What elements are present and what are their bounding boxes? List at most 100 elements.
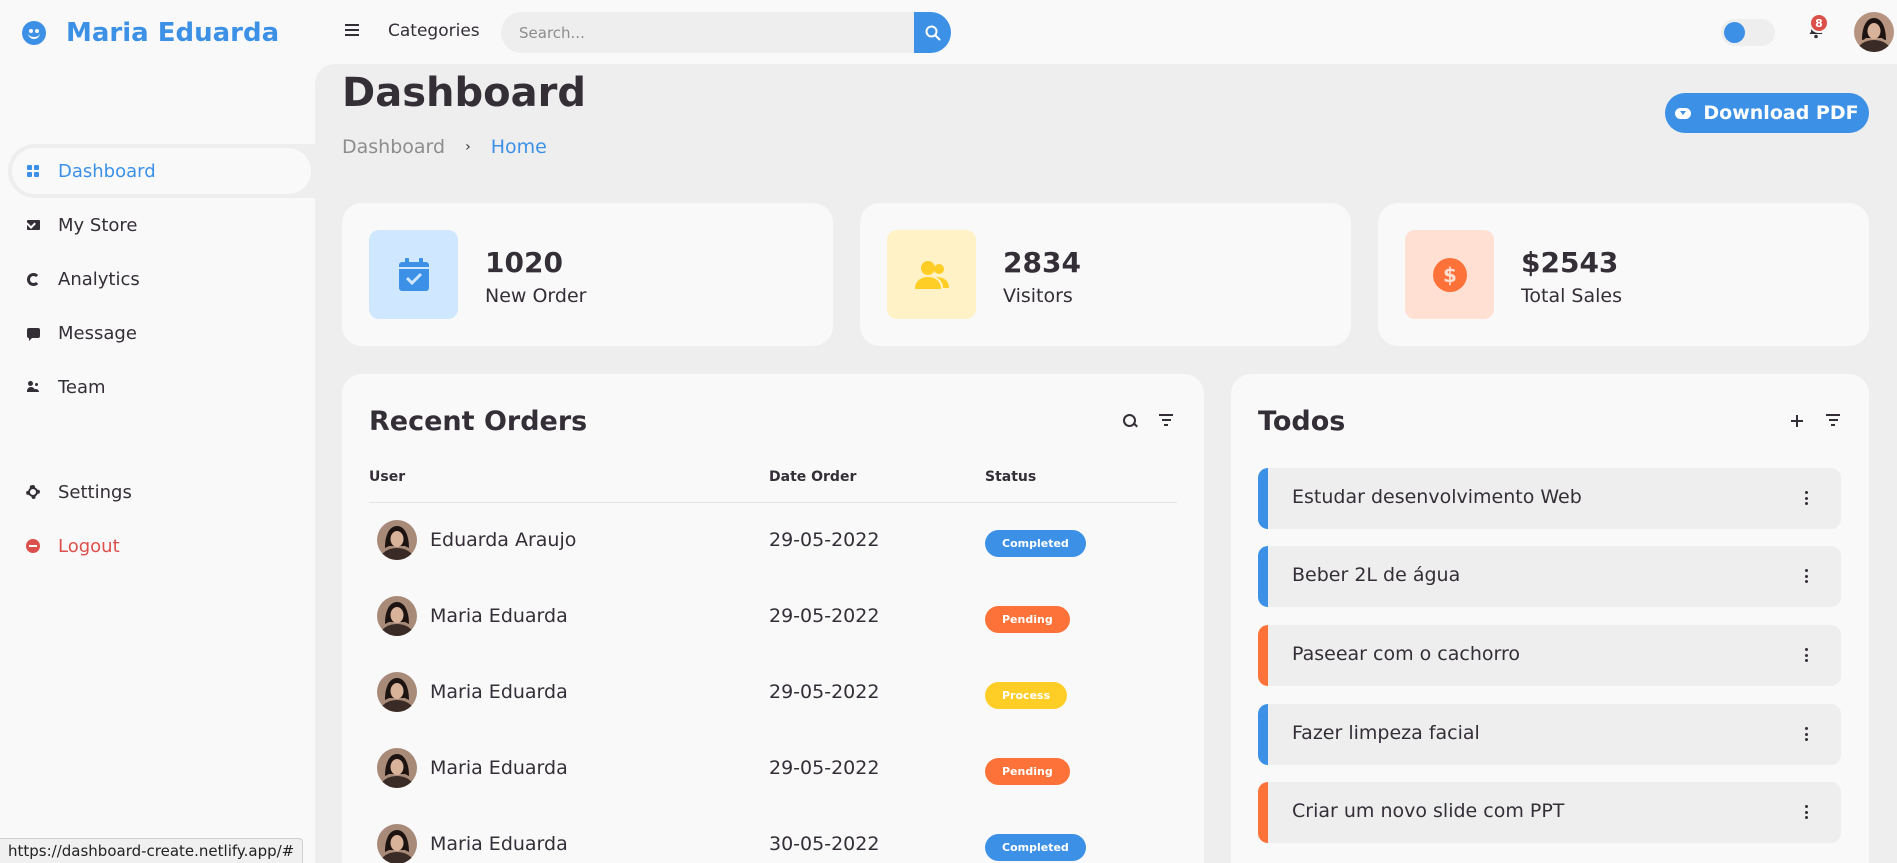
more-vertical-icon[interactable] [1805,727,1809,741]
sidebar-item-message[interactable]: Message [0,306,315,360]
column-header-user[interactable]: User [369,469,405,485]
sidebar: Maria Eduarda Dashboard My Store Analyti… [0,0,315,863]
logout-icon [25,538,41,554]
filter-icon[interactable] [1159,414,1173,426]
order-date: 30-05-2022 [769,833,880,855]
chevron-right-icon: › [465,139,471,155]
order-date: 29-05-2022 [769,529,880,551]
dollar-icon: $ [1405,230,1494,319]
todo-text: Fazer limpeza facial [1292,722,1480,744]
sidebar-item-label: Dashboard [58,160,156,182]
search-icon [925,25,940,40]
cloud-download-icon [1675,107,1692,119]
stat-label: Total Sales [1521,285,1622,307]
team-icon [25,379,41,395]
download-pdf-label: Download PDF [1703,102,1859,124]
todos-panel: Todos Estudar desenvolvimento Web Beber … [1231,374,1869,863]
todo-item[interactable]: Estudar desenvolvimento Web [1258,468,1841,529]
todo-item[interactable]: Paseear com o cachorro [1258,625,1841,686]
analytics-icon [25,271,41,287]
filter-icon[interactable] [1826,414,1840,426]
sidebar-item-logout[interactable]: Logout [0,519,315,573]
avatar [377,596,417,636]
table-row[interactable]: Eduarda Araujo 29-05-2022 Completed [369,503,1177,579]
column-header-date[interactable]: Date Order [769,469,856,485]
side-menu: Dashboard My Store Analytics Message Tea… [0,144,315,414]
todo-text: Criar um novo slide com PPT [1292,800,1565,822]
stat-value: 2834 [1003,246,1081,279]
download-pdf-button[interactable]: Download PDF [1665,93,1869,133]
todo-text: Estudar desenvolvimento Web [1292,486,1582,508]
search-icon[interactable] [1123,414,1137,428]
user-name: Eduarda Araujo [430,529,577,551]
todo-text: Paseear com o cachorro [1292,643,1520,665]
profile-avatar[interactable] [1854,12,1894,52]
more-vertical-icon[interactable] [1805,805,1809,819]
order-date: 29-05-2022 [769,605,880,627]
sidebar-item-analytics[interactable]: Analytics [0,252,315,306]
recent-orders-title: Recent Orders [369,406,588,437]
orders-tools [1123,414,1173,428]
dark-mode-switch[interactable] [1721,19,1775,46]
gear-icon [25,484,41,500]
sidebar-item-label: My Store [58,214,138,236]
sidebar-item-label: Message [58,322,137,344]
breadcrumb: Dashboard › Home [342,136,547,158]
column-header-status[interactable]: Status [985,469,1036,485]
breadcrumb-home[interactable]: Home [491,136,547,158]
svg-text:$: $ [1443,263,1457,287]
stat-value: $2543 [1521,246,1619,279]
stat-boxes: 1020 New Order 2834 Visitors $ $2543 Tot… [342,203,1869,346]
sidebar-item-team[interactable]: Team [0,360,315,414]
avatar [377,672,417,712]
add-icon[interactable] [1790,414,1804,428]
top-navbar: Categories 8 [315,0,1897,64]
todos-tools [1790,414,1840,428]
todo-item[interactable]: Criar um novo slide com PPT [1258,782,1841,843]
search-button[interactable] [914,12,951,53]
page-title: Dashboard [342,70,586,116]
calendar-check-icon [369,230,458,319]
brand-name: Maria Eduarda [66,18,280,48]
table-row[interactable]: Maria Eduarda 29-05-2022 Pending [369,731,1177,807]
smile-icon [22,21,46,45]
avatar [377,824,417,863]
status-badge: Completed [985,530,1086,557]
more-vertical-icon[interactable] [1805,569,1809,583]
status-badge: Pending [985,606,1070,633]
categories-link[interactable]: Categories [388,21,480,41]
sidebar-item-my-store[interactable]: My Store [0,198,315,252]
table-row[interactable]: Maria Eduarda 29-05-2022 Process [369,655,1177,731]
user-name: Maria Eduarda [430,605,568,627]
notification-badge: 8 [1809,13,1829,33]
search-form [501,12,951,53]
order-date: 29-05-2022 [769,757,880,779]
sidebar-item-label: Analytics [58,268,140,290]
sidebar-item-label: Team [58,376,106,398]
side-menu-bottom: Settings Logout [0,465,315,573]
table-row[interactable]: Maria Eduarda 29-05-2022 Pending [369,579,1177,655]
table-row[interactable]: Maria Eduarda 30-05-2022 Completed [369,807,1177,863]
todo-item[interactable]: Fazer limpeza facial [1258,704,1841,765]
avatar [377,748,417,788]
search-input[interactable] [501,12,914,53]
todo-item[interactable]: Beber 2L de água [1258,546,1841,607]
hamburger-menu-icon[interactable] [345,24,359,36]
more-vertical-icon[interactable] [1805,491,1809,505]
message-icon [25,325,41,341]
order-date: 29-05-2022 [769,681,880,703]
sidebar-item-label: Settings [58,481,132,503]
group-icon [887,230,976,319]
sidebar-item-dashboard[interactable]: Dashboard [8,144,315,198]
more-vertical-icon[interactable] [1805,648,1809,662]
avatar [377,520,417,560]
stat-total-sales: $ $2543 Total Sales [1378,203,1869,346]
stat-label: New Order [485,285,587,307]
status-badge: Process [985,682,1068,709]
sidebar-item-settings[interactable]: Settings [0,465,315,519]
user-name: Maria Eduarda [430,757,568,779]
breadcrumb-dashboard[interactable]: Dashboard [342,136,445,158]
sidebar-item-label: Logout [58,535,120,557]
brand-logo[interactable]: Maria Eduarda [22,14,279,52]
store-icon [25,217,41,233]
